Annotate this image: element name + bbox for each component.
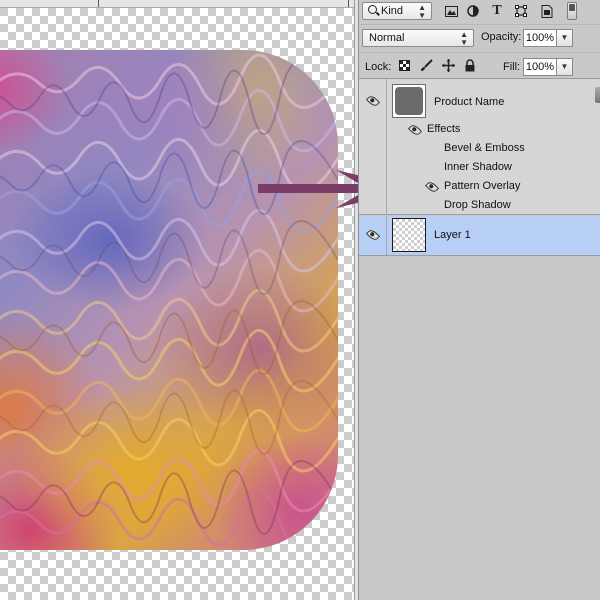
pattern-overlay-eye-icon[interactable]	[424, 179, 440, 195]
adjustment-filter-icon[interactable]	[465, 3, 481, 19]
lock-transparent-pixels-icon[interactable]	[397, 58, 411, 72]
layers-panel: Kind ▲ ▼ T Normal ▲ ▼ Opacity: 100% ▼ Lo…	[358, 0, 600, 600]
blend-bar: Normal ▲ ▼ Opacity: 100% ▼	[359, 24, 600, 52]
blend-mode-value: Normal	[369, 32, 405, 44]
opacity-label: Opacity:	[481, 31, 522, 43]
layer-row-layer-1[interactable]: Layer 1	[359, 216, 600, 256]
opacity-dropdown-button[interactable]: ▼	[557, 29, 573, 47]
effect-inner-shadow[interactable]: Inner Shadow	[444, 161, 512, 173]
layer-thumbnail-shape	[395, 87, 423, 115]
ruler-tick	[348, 0, 349, 7]
filter-kind-value: Kind	[381, 5, 404, 17]
eye-icon[interactable]	[365, 227, 381, 243]
search-icon	[368, 5, 377, 14]
lock-all-icon[interactable]	[463, 58, 477, 72]
smart-object-filter-icon[interactable]	[539, 3, 555, 19]
opacity-input[interactable]: 100%	[523, 29, 557, 47]
pattern-overlay-artwork	[0, 50, 338, 550]
layer-thumbnail-transparent	[392, 218, 426, 252]
visibility-column	[359, 79, 387, 214]
updown-arrows-icon: ▲ ▼	[460, 30, 468, 47]
layer-name-product[interactable]: Product Name	[434, 96, 504, 108]
shape-filter-icon[interactable]	[513, 3, 529, 19]
ruler-tick	[98, 0, 99, 7]
blend-mode-select[interactable]: Normal ▲ ▼	[362, 29, 474, 47]
effects-eye-icon[interactable]	[407, 122, 423, 138]
effects-group-label[interactable]: Effects	[427, 123, 460, 135]
filter-toggle-icon[interactable]	[567, 2, 577, 20]
filter-kind-select[interactable]: Kind ▲ ▼	[362, 2, 432, 20]
visibility-column	[359, 216, 387, 255]
layer-name-layer-1[interactable]: Layer 1	[434, 229, 471, 241]
horizontal-ruler[interactable]	[0, 0, 358, 8]
arrow-shaft	[258, 184, 368, 193]
lock-image-pixels-icon[interactable]	[419, 58, 433, 72]
effect-bevel-emboss[interactable]: Bevel & Emboss	[444, 142, 525, 154]
lock-position-icon[interactable]	[441, 58, 455, 72]
layer-filter-bar: Kind ▲ ▼ T	[359, 0, 600, 24]
type-filter-icon[interactable]: T	[489, 3, 505, 19]
document-canvas[interactable]	[0, 0, 358, 600]
layer-row-product-name[interactable]: Product Name Effects Bevel & Emboss Inne…	[359, 79, 600, 215]
updown-arrows-icon: ▲ ▼	[418, 3, 426, 20]
marbled-texture	[0, 53, 338, 550]
fill-input[interactable]: 100%	[523, 58, 557, 76]
fill-dropdown-button[interactable]: ▼	[557, 58, 573, 76]
effect-pattern-overlay[interactable]: Pattern Overlay	[444, 180, 520, 192]
lock-label: Lock:	[365, 61, 392, 73]
lock-bar: Lock: Fill: 100% ▼	[359, 52, 600, 79]
layer-effects-badge-icon[interactable]	[595, 87, 600, 103]
photoshop-window: Kind ▲ ▼ T Normal ▲ ▼ Opacity: 100% ▼ Lo…	[0, 0, 600, 600]
layer-thumbnail	[392, 84, 426, 118]
fill-label: Fill:	[503, 61, 521, 73]
eye-icon[interactable]	[365, 93, 381, 109]
effect-drop-shadow[interactable]: Drop Shadow	[444, 199, 511, 211]
image-filter-icon[interactable]	[443, 3, 459, 19]
